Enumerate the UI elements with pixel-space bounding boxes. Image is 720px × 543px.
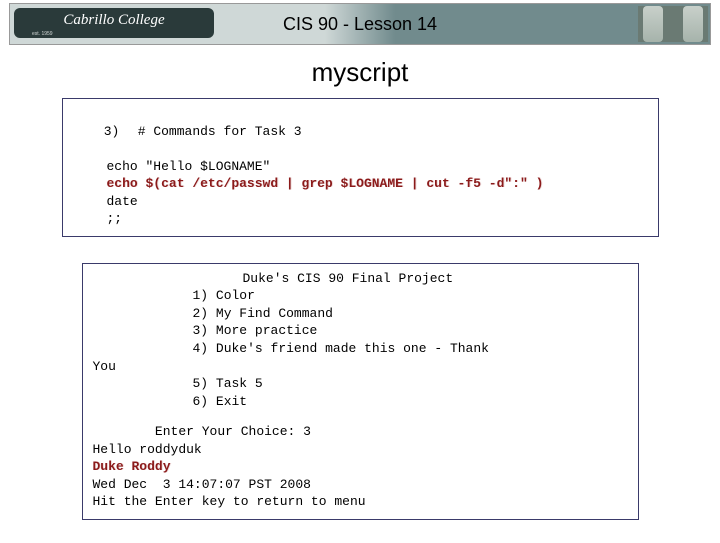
menu-item: 3) More practice — [93, 322, 628, 340]
date-line: Wed Dec 3 14:07:07 PST 2008 — [93, 476, 628, 494]
you-line: You — [93, 358, 628, 376]
menu-item: 6) Exit — [93, 393, 628, 411]
output-box: Duke's CIS 90 Final Project 1) Color 2) … — [82, 263, 639, 520]
header-photo — [638, 6, 708, 42]
menu-item: 5) Task 5 — [93, 375, 628, 393]
lesson-title: CIS 90 - Lesson 14 — [10, 4, 710, 44]
menu-item: 2) My Find Command — [93, 305, 628, 323]
hint-line: Hit the Enter key to return to menu — [93, 493, 628, 511]
code-l4: date — [107, 193, 138, 211]
menu-item: 1) Color — [93, 287, 628, 305]
hello-line: Hello roddyduk — [93, 441, 628, 459]
code-l5: ;; — [107, 210, 123, 228]
menu-title: Duke's CIS 90 Final Project — [93, 270, 628, 288]
menu-item: 4) Duke's friend made this one - Thank — [93, 340, 628, 358]
code-l2: echo "Hello $LOGNAME" — [107, 158, 271, 176]
page-title: myscript — [0, 57, 720, 88]
code-l3-highlight: echo $(cat /etc/passwd | grep $LOGNAME |… — [107, 175, 544, 193]
case-label: 3) — [104, 123, 138, 141]
prompt-line: Enter Your Choice: 3 — [93, 423, 628, 441]
name-highlight: Duke Roddy — [93, 458, 628, 476]
code-box: 3)# Commands for Task 3 echo "Hello $LOG… — [62, 98, 659, 237]
code-l1: # Commands for Task 3 — [138, 123, 302, 141]
header-bar: Cabrillo College est. 1959 CIS 90 - Less… — [9, 3, 711, 45]
